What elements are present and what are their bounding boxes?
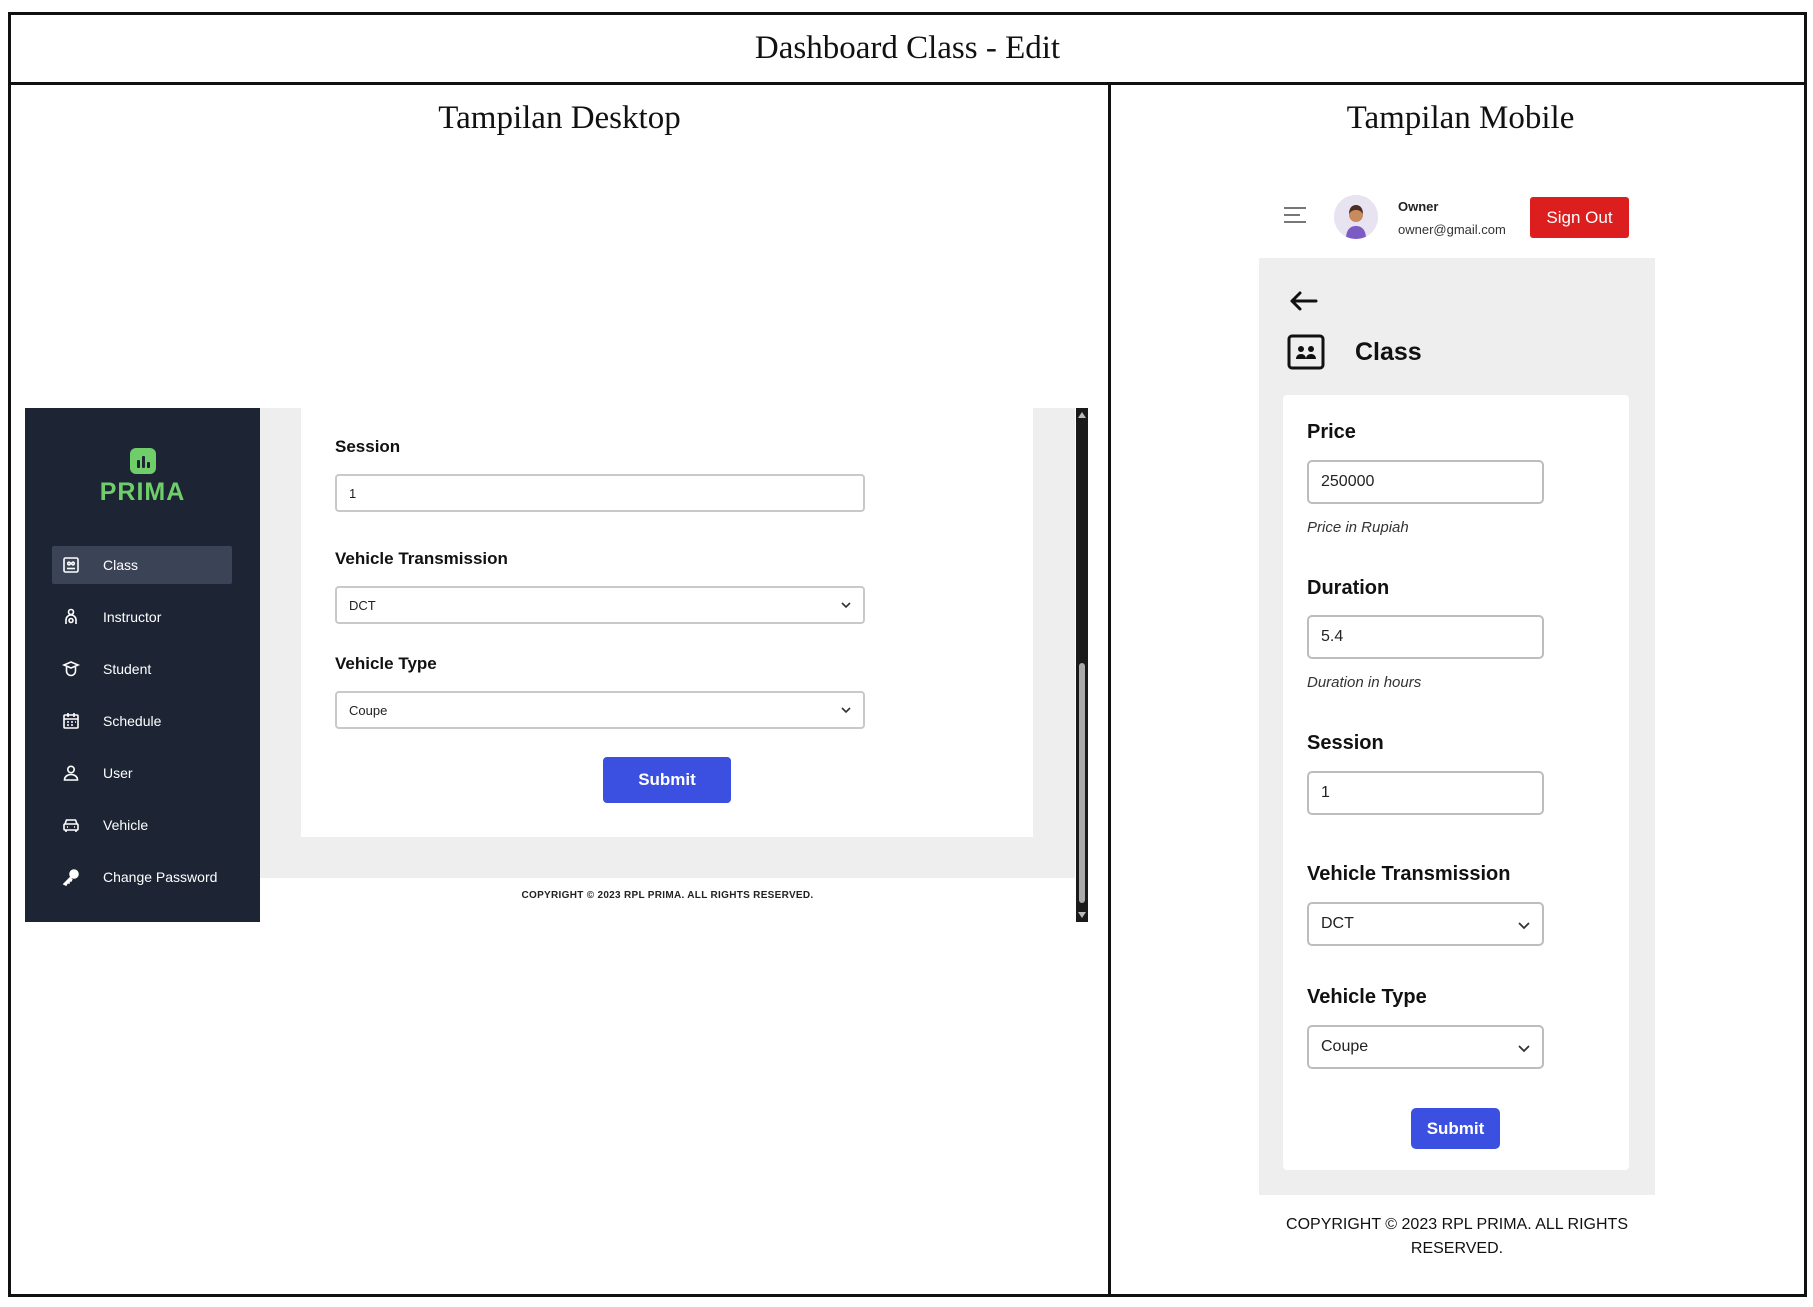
vehicle-type-label: Vehicle Type [335,654,437,673]
sidebar-nav: Class Instructor Student Schedule User V… [52,546,232,910]
sidebar-item-class[interactable]: Class [52,546,232,584]
transmission-value: DCT [1321,915,1354,932]
vehicle-type-select[interactable]: Coupe [1307,1025,1544,1069]
sign-out-button[interactable]: Sign Out [1530,197,1629,238]
session-label: Session [335,437,401,456]
sidebar-item-label: Change Password [103,869,218,885]
sidebar-item-label: Vehicle [103,817,149,833]
price-label: Price [1307,421,1356,443]
back-arrow-icon[interactable] [1288,290,1318,312]
mobile-form-card: Price 250000 Price in Rupiah Duration 5.… [1283,395,1629,1170]
sidebar-item-label: Instructor [103,609,162,625]
mobile-footer: COPYRIGHT © 2023 RPL PRIMA. ALL RIGHTS R… [1259,1213,1655,1261]
owner-name: Owner [1398,199,1439,214]
scrollbar[interactable] [1076,408,1088,922]
sidebar-item-schedule[interactable]: Schedule [52,702,232,740]
chevron-down-icon [841,707,851,714]
student-icon [60,658,82,680]
transmission-label: Vehicle Transmission [335,549,508,568]
instructor-icon [60,606,82,628]
session-label: Session [1307,732,1384,754]
vehicle-type-value: Coupe [349,702,388,718]
session-input[interactable]: 1 [1307,771,1544,815]
submit-button[interactable]: Submit [1411,1108,1500,1149]
chevron-down-icon [1518,1045,1530,1053]
desktop-form-card: Session 1 Vehicle Transmission DCT Vehic… [301,408,1033,837]
chevron-down-icon [1518,922,1530,930]
transmission-select[interactable]: DCT [1307,902,1544,946]
vehicle-type-select[interactable]: Coupe [335,691,865,729]
logo-text: PRIMA [99,478,186,506]
desktop-mockup: PRIMA Class Instructor Student Schedule … [25,408,1088,922]
vehicle-type-label: Vehicle Type [1307,986,1427,1008]
desktop-main-area: Session 1 Vehicle Transmission DCT Vehic… [260,408,1075,878]
schedule-icon [60,710,82,732]
sidebar: PRIMA Class Instructor Student Schedule … [25,408,260,922]
transmission-label: Vehicle Transmission [1307,863,1511,885]
logo[interactable]: PRIMA [25,448,260,507]
desktop-heading: Tampilan Desktop [438,100,681,136]
price-help-text: Price in Rupiah [1307,519,1409,536]
scroll-down-arrow-icon[interactable] [1078,912,1086,918]
duration-input[interactable]: 5.4 [1307,615,1544,659]
sidebar-item-label: User [103,765,133,781]
sidebar-item-instructor[interactable]: Instructor [52,598,232,636]
mobile-panel: Class Price 250000 Price in Rupiah Durat… [1259,258,1655,1195]
transmission-select[interactable]: DCT [335,586,865,624]
column-divider [1108,85,1111,1294]
duration-label: Duration [1307,577,1390,599]
user-icon [60,762,82,784]
desktop-footer: COPYRIGHT © 2023 RPL PRIMA. ALL RIGHTS R… [521,890,814,901]
mobile-footer-line-2: RESERVED. [1410,1240,1504,1257]
mobile-heading: Tampilan Mobile [1346,100,1575,136]
hamburger-menu-icon[interactable] [1284,207,1306,225]
avatar[interactable] [1334,195,1378,239]
logo-mark-icon [129,448,156,474]
scroll-thumb[interactable] [1079,663,1085,903]
vehicle-type-value: Coupe [1321,1038,1369,1055]
document-title: Dashboard Class - Edit [11,15,1804,85]
sidebar-item-label: Schedule [103,713,162,729]
mobile-header: Owner owner@gmail.com Sign Out [1280,195,1635,245]
page-title: Class [1355,338,1422,366]
sidebar-item-vehicle[interactable]: Vehicle [52,806,232,844]
class-icon [60,554,82,576]
sidebar-item-change-password[interactable]: Change Password [52,858,232,896]
chevron-down-icon [841,602,851,609]
class-icon [1287,334,1325,370]
price-input[interactable]: 250000 [1307,460,1544,504]
owner-email: owner@gmail.com [1398,222,1506,237]
session-input[interactable]: 1 [335,474,865,512]
transmission-value: DCT [349,597,376,613]
key-icon [60,866,82,888]
duration-help-text: Duration in hours [1307,674,1422,691]
sidebar-item-user[interactable]: User [52,754,232,792]
sidebar-item-student[interactable]: Student [52,650,232,688]
submit-button[interactable]: Submit [603,757,731,803]
mobile-footer-line-1: COPYRIGHT © 2023 RPL PRIMA. ALL RIGHTS [1286,1216,1628,1233]
sidebar-item-label: Student [103,661,152,677]
sidebar-item-label: Class [103,557,139,573]
vehicle-icon [60,814,82,836]
scroll-up-arrow-icon[interactable] [1078,412,1086,418]
